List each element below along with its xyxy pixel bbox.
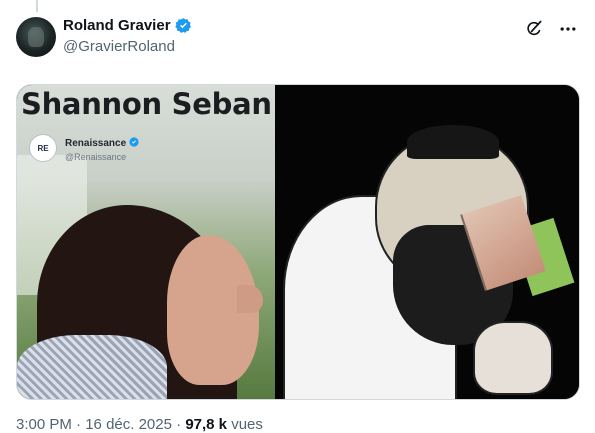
views-label: vues — [231, 416, 263, 433]
embedded-account-card: RE Renaissance @Renaissance — [29, 129, 251, 167]
verified-badge-icon — [174, 17, 192, 34]
author-handle[interactable]: @GravierRoland — [63, 38, 175, 55]
caricature-hands — [473, 321, 553, 395]
author-display-name[interactable]: Roland Gravier — [63, 17, 171, 34]
thread-connector — [36, 0, 38, 12]
more-icon[interactable] — [557, 18, 579, 40]
media-drawing-right[interactable] — [275, 85, 579, 399]
embedded-verified-icon — [129, 134, 139, 152]
tweet-media[interactable]: Shannon Seban RE Renaissance @Renaissanc… — [16, 84, 580, 400]
views-count: 97,8 k — [185, 416, 228, 433]
avatar[interactable] — [16, 17, 56, 57]
photo-nose — [237, 285, 263, 313]
meta-separator: · — [176, 416, 182, 433]
photo-shoulder — [17, 335, 167, 399]
author-name-row: Roland Gravier — [63, 17, 192, 34]
tweet-actions — [523, 18, 579, 40]
tweet-date[interactable]: 16 déc. 2025 — [85, 416, 172, 433]
caricature-cap — [407, 125, 499, 159]
meta-separator: · — [76, 416, 82, 433]
renaissance-logo: RE — [29, 134, 57, 162]
tweet-time[interactable]: 3:00 PM — [16, 416, 72, 433]
media-photo-left[interactable]: Shannon Seban RE Renaissance @Renaissanc… — [17, 85, 275, 399]
tweet-meta: 3:00 PM · 16 déc. 2025 · 97,8 k vues — [16, 416, 263, 433]
embedded-account-handle: @Renaissance — [65, 152, 127, 162]
embedded-account-name: Renaissance — [65, 137, 127, 149]
media-overlay-title: Shannon Seban — [21, 87, 272, 121]
grok-icon[interactable] — [523, 18, 545, 40]
